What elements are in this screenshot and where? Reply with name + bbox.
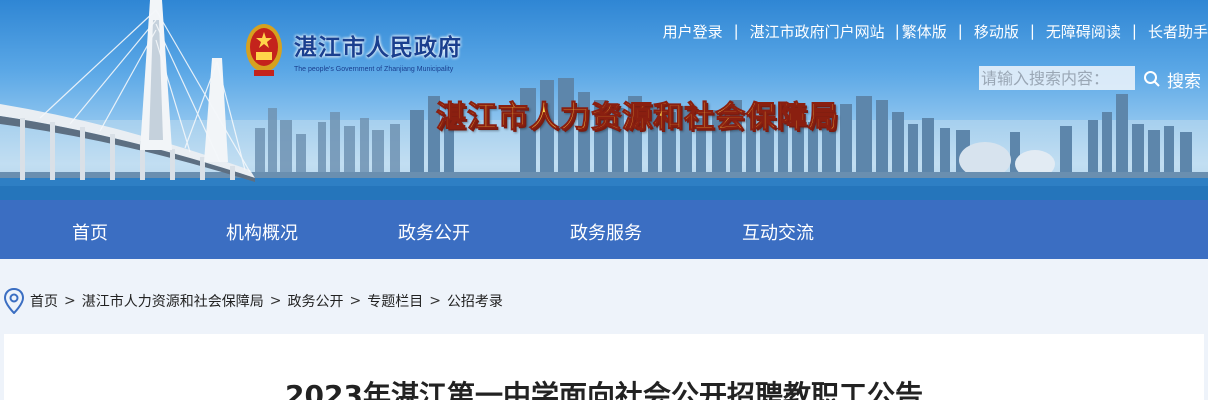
bureau-title: 湛江市人力资源和社会保障局 <box>436 100 839 136</box>
gov-name: 湛江市人民政府 <box>294 35 462 61</box>
breadcrumb-separator: > <box>429 293 441 309</box>
search-button[interactable]: 搜索 <box>1143 66 1201 92</box>
location-pin-icon <box>4 288 24 314</box>
accessibility-link[interactable]: 无障碍阅读 <box>1046 21 1121 42</box>
traditional-chinese-link[interactable]: 繁体版 <box>902 21 947 42</box>
breadcrumb-public-affairs[interactable]: 政务公开 <box>287 291 343 311</box>
breadcrumb-separator: > <box>349 293 362 309</box>
separator: | <box>733 22 739 40</box>
breadcrumb-separator: > <box>64 293 76 309</box>
breadcrumb-home[interactable]: 首页 <box>30 291 58 311</box>
breadcrumb-recruitment[interactable]: 公招考录 <box>447 291 503 311</box>
main-nav: 首页 机构概况 政务公开 政务服务 互动交流 <box>0 200 1208 259</box>
breadcrumb: 首页 > 湛江市人力资源和社会保障局 > 政务公开 > 专题栏目 > 公招考录 <box>4 288 503 314</box>
search-input[interactable] <box>979 66 1135 90</box>
breadcrumb-special-columns[interactable]: 专题栏目 <box>367 291 423 311</box>
header-banner: 湛江市人民政府 The people's Government of Zhanj… <box>0 0 1208 200</box>
nav-item-organization[interactable]: 机构概况 <box>226 219 298 245</box>
login-link[interactable]: 用户登录 <box>663 21 723 42</box>
breadcrumb-bureau[interactable]: 湛江市人力资源和社会保障局 <box>82 291 264 311</box>
gov-english-name: The people's Government of Zhanjiang Mun… <box>294 66 454 73</box>
nav-item-public-affairs[interactable]: 政务公开 <box>398 219 470 245</box>
top-links: 用户登录 | 湛江市政府门户网站 | 繁体版 | 移动版 | 无障碍阅读 | 长… <box>663 20 1208 42</box>
separator: | <box>1131 22 1137 40</box>
article-title: 2023年湛江第一中学面向社会公开招聘教职工公告 <box>285 379 923 400</box>
separator: | <box>1029 22 1035 40</box>
article-panel: 2023年湛江第一中学面向社会公开招聘教职工公告 <box>4 334 1204 400</box>
elderly-assistant-link[interactable]: 长者助手 <box>1148 21 1208 42</box>
mobile-version-link[interactable]: 移动版 <box>974 21 1019 42</box>
breadcrumb-separator: > <box>269 293 282 309</box>
search-button-label: 搜索 <box>1167 71 1201 92</box>
separator: | <box>957 22 963 40</box>
search-icon <box>1144 71 1160 87</box>
nav-item-services[interactable]: 政务服务 <box>570 219 642 245</box>
gov-portal-link[interactable]: 湛江市政府门户网站 <box>750 21 885 42</box>
national-emblem-icon <box>246 24 282 76</box>
separator: | <box>894 22 900 40</box>
nav-item-interaction[interactable]: 互动交流 <box>742 219 814 245</box>
nav-item-home[interactable]: 首页 <box>72 219 108 245</box>
